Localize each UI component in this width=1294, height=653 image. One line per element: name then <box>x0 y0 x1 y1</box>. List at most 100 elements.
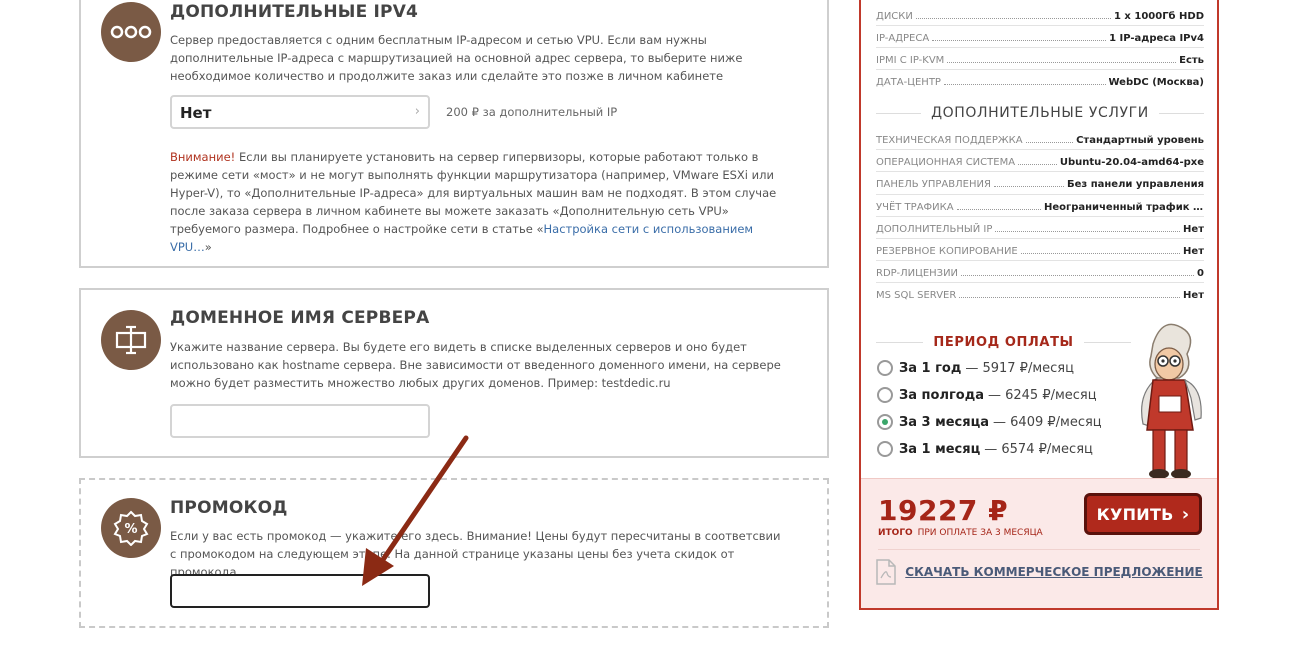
period-price: — 6245 ₽/месяц <box>987 387 1097 403</box>
dot-leader <box>947 62 1177 63</box>
domain-input[interactable] <box>172 406 428 436</box>
spec-value: Ubuntu-20.04-amd64-pxe <box>1059 157 1204 169</box>
spec-row: RDP-ЛИЦЕНЗИИ 0 <box>876 263 1204 279</box>
period-option[interactable]: За 3 месяца — 6409 ₽/месяц <box>877 414 1102 430</box>
radio-button[interactable] <box>877 360 893 376</box>
chevron-right-icon: › <box>1181 503 1190 525</box>
domain-input-box <box>170 404 430 438</box>
ipv4-title: ДОПОЛНИТЕЛЬНЫЕ IPV4 <box>170 2 419 22</box>
period-name: За 3 месяца <box>899 414 990 430</box>
spec-label: IPMI С IP-KVM <box>876 55 945 66</box>
spec-row: IP-АДРЕСА 1 IP-адреса IPv4 <box>876 28 1204 44</box>
download-offer-link[interactable]: СКАЧАТЬ КОММЕРЧЕСКОЕ ПРЕДЛОЖЕНИЕ <box>905 565 1202 579</box>
divider <box>878 549 1200 550</box>
promo-card: % ПРОМОКОД Если у вас есть промокод — ук… <box>79 478 829 628</box>
mascot-illustration <box>1141 323 1202 479</box>
spec-value: WebDC (Москва) <box>1108 77 1205 88</box>
spec-row: MS SQL SERVER Нет <box>876 285 1204 301</box>
row-divider <box>876 47 1204 48</box>
period-name: За полгода <box>899 387 984 403</box>
dot-leader <box>1025 142 1074 143</box>
services-heading: ДОПОЛНИТЕЛЬНЫЕ УСЛУГИ <box>876 105 1204 121</box>
order-summary-sidebar: ДИСКИ 1 x 1000Гб HDD IP-АДРЕСА 1 IP-адреса … <box>859 0 1219 610</box>
spec-row: УЧЁТ ТРАФИКА Неограниченный трафик 100... <box>876 197 1204 213</box>
period-title: ПЕРИОД ОПЛАТЫ <box>933 335 1074 350</box>
dot-leader <box>959 297 1181 299</box>
spec-label: ДОПОЛНИТЕЛЬНЫЙ IP <box>876 223 993 235</box>
spec-label: ПАНЕЛЬ УПРАВЛЕНИЯ <box>876 179 991 191</box>
promo-input-box <box>170 574 430 608</box>
spec-label: УЧЁТ ТРАФИКА <box>876 201 954 213</box>
warning-tail: » <box>204 240 212 254</box>
spec-value: Нет <box>1183 290 1204 302</box>
buy-button[interactable]: КУПИТЬ › <box>1084 493 1202 535</box>
pdf-file-icon <box>876 559 897 585</box>
period-price: — 5917 ₽/месяц <box>965 360 1074 376</box>
spec-value: 1 IP-адреса IPv4 <box>1109 33 1204 44</box>
row-divider <box>876 238 1204 239</box>
dot-leader <box>961 275 1195 277</box>
spec-row: ОПЕРАЦИОННАЯ СИСТЕМА Ubuntu-20.04-amd64-p… <box>876 152 1204 168</box>
spec-label: ДИСКИ <box>876 11 913 22</box>
period-price: — 6409 ₽/месяц <box>993 414 1102 430</box>
period-option[interactable]: За 1 месяц — 6574 ₽/месяц <box>877 441 1093 457</box>
ipv4-warning: Внимание! Если вы планируете установить … <box>170 148 790 256</box>
spec-label: ДАТА-ЦЕНТР <box>876 77 941 88</box>
domain-card: ДОМЕННОЕ ИМЯ СЕРВЕРА Укажите название се… <box>79 288 829 458</box>
dot-leader <box>932 40 1107 41</box>
dot-leader <box>995 230 1181 232</box>
spec-value: Без панели управления <box>1067 179 1204 191</box>
radio-button[interactable] <box>877 414 893 430</box>
spec-label: ОПЕРАЦИОННАЯ СИСТЕМА <box>876 157 1016 169</box>
spec-label: MS SQL SERVER <box>876 290 957 302</box>
domain-icon <box>101 310 161 370</box>
row-divider <box>876 171 1204 173</box>
spec-label: РЕЗЕРВНОЕ КОПИРОВАНИЕ <box>876 246 1018 257</box>
domain-description: Укажите название сервера. Вы будете его … <box>170 340 781 390</box>
spec-label: RDP-ЛИЦЕНЗИИ <box>876 268 959 280</box>
period-name: За 1 месяц <box>899 441 981 457</box>
period-option[interactable]: За полгода — 6245 ₽/месяц <box>877 387 1097 403</box>
spec-value: Нет <box>1183 223 1204 235</box>
price-panel: 19227 ₽ ИТОГО ПРИ ОПЛАТЕ ЗА 3 МЕСЯЦА КУП… <box>861 478 1217 608</box>
total-price: 19227 ₽ <box>878 494 1009 527</box>
spec-row: ДОПОЛНИТЕЛЬНЫЙ IP Нет <box>876 219 1204 235</box>
spec-label: IP-АДРЕСА <box>876 33 930 44</box>
buy-label: КУПИТЬ <box>1096 504 1174 524</box>
spec-value: Неограниченный трафик 100... <box>1044 201 1204 213</box>
promo-input[interactable] <box>172 576 428 606</box>
row-divider <box>876 193 1204 195</box>
domain-title: ДОМЕННОЕ ИМЯ СЕРВЕРА <box>170 308 430 328</box>
dot-leader <box>1018 164 1057 166</box>
spec-row: ДАТА-ЦЕНТР WebDC (Москва) <box>876 72 1204 88</box>
spec-row: ПАНЕЛЬ УПРАВЛЕНИЯ Без панели управления <box>876 174 1204 190</box>
row-divider <box>876 282 1204 284</box>
ipv4-icon <box>101 2 161 62</box>
total-label: ИТОГО ПРИ ОПЛАТЕ ЗА 3 МЕСЯЦА <box>878 528 1043 538</box>
warning-word: Внимание! <box>170 150 236 164</box>
svg-text:%: % <box>124 522 137 537</box>
dot-leader <box>993 186 1065 188</box>
percent-badge-icon: % <box>101 498 161 558</box>
download-row: СКАЧАТЬ КОММЕРЧЕСКОЕ ПРЕДЛОЖЕНИЕ <box>861 559 1217 585</box>
total-word: ИТОГО <box>878 528 913 538</box>
row-divider <box>876 69 1204 70</box>
spec-value: Есть <box>1179 55 1204 66</box>
total-note: ПРИ ОПЛАТЕ ЗА 3 МЕСЯЦА <box>917 528 1043 538</box>
radio-button[interactable] <box>877 441 893 457</box>
promo-title: ПРОМОКОД <box>170 498 288 518</box>
period-heading: ПЕРИОД ОПЛАТЫ <box>876 335 1132 350</box>
spec-value: Стандартный уровень <box>1076 135 1204 146</box>
ipv4-count-select[interactable]: Нет › <box>170 95 430 129</box>
chevron-right-icon: › <box>414 104 420 119</box>
spec-label: ТЕХНИЧЕСКАЯ ПОДДЕРЖКА <box>876 135 1023 146</box>
period-option[interactable]: За 1 год — 5917 ₽/месяц <box>877 360 1074 376</box>
row-divider <box>876 215 1204 217</box>
spec-row: IPMI С IP-KVM Есть <box>876 50 1204 66</box>
dot-leader <box>956 208 1041 210</box>
radio-button[interactable] <box>877 387 893 403</box>
period-name: За 1 год <box>899 360 962 376</box>
row-divider <box>876 260 1204 262</box>
spec-value: 1 x 1000Гб HDD <box>1113 11 1204 22</box>
period-price: — 6574 ₽/месяц <box>984 441 1093 457</box>
